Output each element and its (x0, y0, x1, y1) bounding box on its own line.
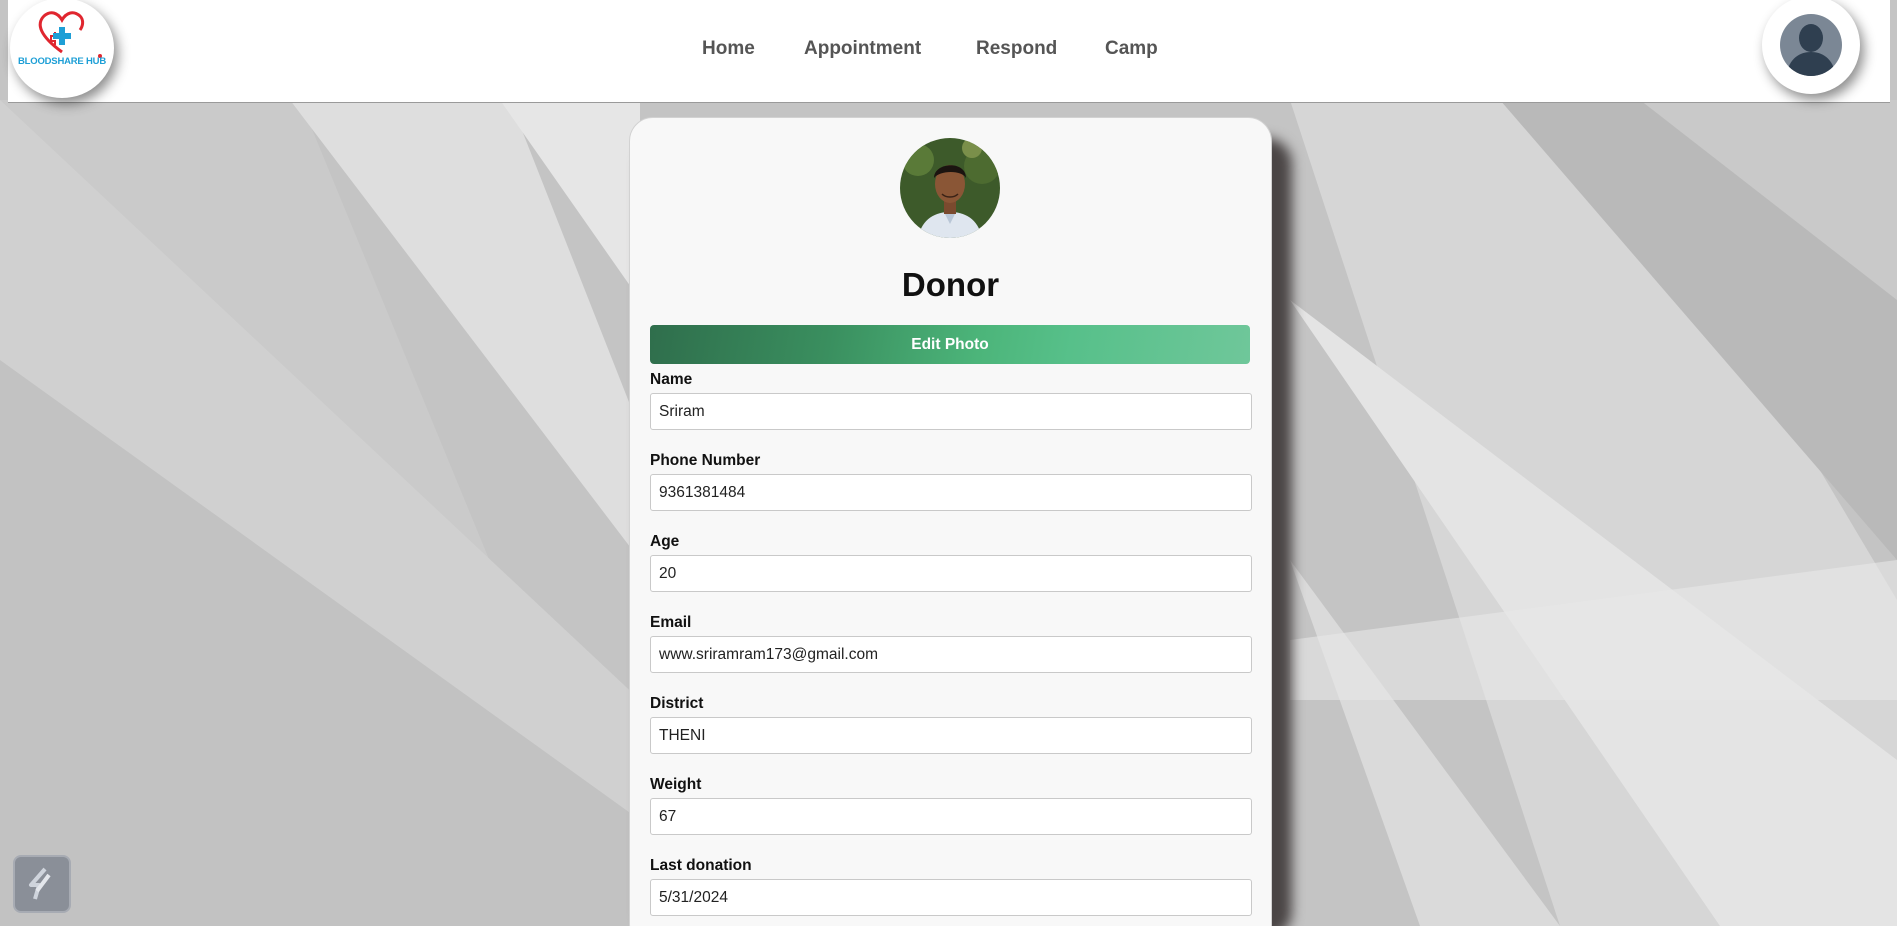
weight-label: Weight (650, 776, 702, 793)
age-label: Age (650, 533, 680, 550)
district-field[interactable] (650, 717, 1252, 754)
nav-respond[interactable]: Respond (976, 38, 1057, 60)
floating-tool-button[interactable] (13, 855, 71, 913)
role-title: Donor (901, 266, 1000, 303)
tool-badge-icon (29, 867, 51, 900)
name-label: Name (650, 371, 693, 388)
edit-photo-button[interactable]: Edit Photo (650, 325, 1250, 364)
heart-plus-icon (38, 11, 102, 58)
name-field[interactable] (650, 393, 1252, 430)
weight-field[interactable] (650, 798, 1252, 835)
email-label: Email (650, 614, 692, 631)
phone-field[interactable] (650, 474, 1252, 511)
nav-home[interactable]: Home (702, 38, 755, 60)
user-silhouette-icon (1780, 14, 1842, 76)
last-donation-label: Last donation (650, 857, 752, 874)
brand-name: BLOODSHARE HUB (18, 56, 106, 67)
nav-camp[interactable]: Camp (1105, 38, 1158, 60)
age-field[interactable] (650, 555, 1252, 592)
last-donation-field[interactable] (650, 879, 1252, 916)
email-field[interactable] (650, 636, 1252, 673)
nav-appointment[interactable]: Appointment (804, 38, 921, 60)
profile-card: Donor Edit Photo Name Phone Number Age E… (629, 117, 1272, 926)
phone-label: Phone Number (650, 452, 761, 469)
district-label: District (650, 695, 704, 712)
top-navbar: BLOODSHARE HUB Home Appointment Respond … (8, 0, 1890, 103)
user-avatar-button[interactable] (1762, 0, 1860, 94)
brand-logo[interactable]: BLOODSHARE HUB (10, 0, 114, 98)
profile-photo (900, 138, 1000, 238)
